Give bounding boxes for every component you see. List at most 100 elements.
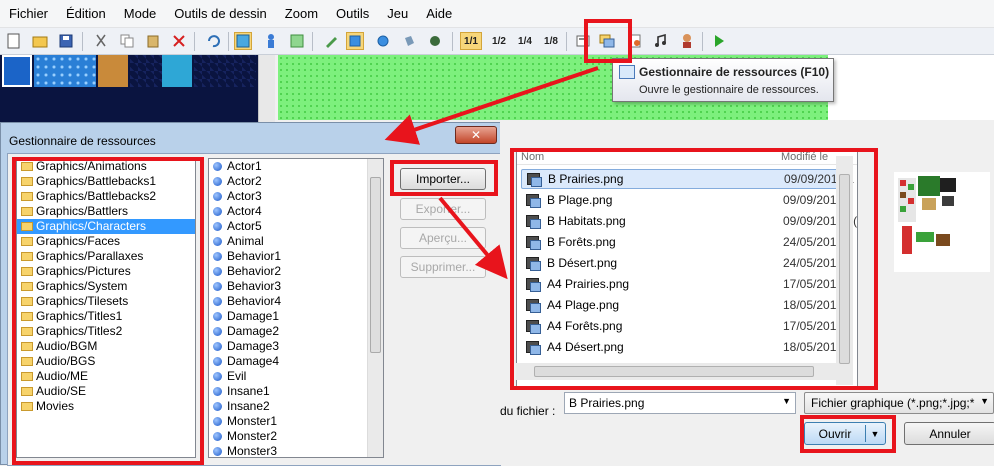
tile-waterfall[interactable] — [162, 55, 192, 87]
folder-item[interactable]: Graphics/Battlers — [17, 204, 195, 219]
tile-water[interactable] — [34, 55, 96, 87]
save-icon[interactable] — [57, 32, 75, 50]
resource-item[interactable]: Monster3 — [209, 444, 383, 457]
folder-item[interactable]: Graphics/Tilesets — [17, 294, 195, 309]
zoom-1-2-button[interactable]: 1/2 — [488, 32, 510, 50]
zoom-1-8-button[interactable]: 1/8 — [540, 32, 562, 50]
menu-mode[interactable]: Mode — [115, 0, 166, 28]
file-row[interactable]: A4 Plage.png 18/05/2012 0 — [521, 295, 853, 315]
preview-button[interactable]: Aperçu... — [400, 227, 486, 249]
shadow-pen-icon[interactable] — [426, 32, 444, 50]
cancel-button[interactable]: Annuler — [904, 422, 994, 445]
script-editor-icon[interactable] — [626, 32, 644, 50]
open-folder-icon[interactable] — [31, 32, 49, 50]
map-layer-icon[interactable] — [234, 32, 252, 50]
new-file-icon[interactable] — [5, 32, 23, 50]
folder-list[interactable]: Graphics/Animations Graphics/Battlebacks1… — [16, 158, 196, 458]
file-row[interactable]: B Forêts.png 24/05/2012 0 — [521, 232, 853, 252]
resource-item[interactable]: Behavior1 — [209, 249, 383, 264]
menu-outils-de-dessin[interactable]: Outils de dessin — [165, 0, 276, 28]
chevron-down-icon[interactable]: ▼ — [980, 396, 989, 406]
resource-item[interactable]: Actor2 — [209, 174, 383, 189]
resource-manager-icon[interactable] — [598, 32, 616, 50]
chevron-down-icon[interactable]: ▼ — [782, 396, 791, 406]
file-row[interactable]: B Désert.png 24/05/2012 0 — [521, 253, 853, 273]
folder-item[interactable]: Graphics/Faces — [17, 234, 195, 249]
menu-fichier[interactable]: Fichier — [0, 0, 57, 28]
resource-file-list[interactable]: Actor1 Actor2 Actor3 Actor4 Actor5 Animal Beha… — [208, 158, 384, 458]
folder-item[interactable]: Graphics/Characters — [17, 219, 195, 234]
tile-dark[interactable] — [130, 55, 162, 87]
cut-icon[interactable] — [92, 32, 110, 50]
folder-item[interactable]: Graphics/Pictures — [17, 264, 195, 279]
resource-list-scrollbar[interactable] — [367, 159, 383, 457]
map-tileset-panel[interactable] — [0, 55, 258, 125]
file-row[interactable]: A4 Désert.png 18/05/2012 0 — [521, 337, 853, 357]
folder-item[interactable]: Graphics/Battlebacks1 — [17, 174, 195, 189]
resource-item[interactable]: Evil — [209, 369, 383, 384]
tile-ladder[interactable] — [98, 55, 128, 87]
copy-icon[interactable] — [118, 32, 136, 50]
menu-zoom[interactable]: Zoom — [276, 0, 327, 28]
region-layer-icon[interactable] — [288, 32, 306, 50]
file-list-vertical-scrollbar[interactable] — [836, 156, 853, 385]
tile-water-selected[interactable] — [2, 55, 32, 87]
ellipse-tool-icon[interactable] — [374, 32, 392, 50]
resource-item[interactable]: Damage1 — [209, 309, 383, 324]
tile-dark[interactable] — [194, 55, 256, 87]
resource-item[interactable]: Behavior2 — [209, 264, 383, 279]
menu-jeu[interactable]: Jeu — [378, 0, 417, 28]
sound-test-icon[interactable] — [652, 32, 670, 50]
undo-icon[interactable] — [204, 32, 222, 50]
file-row[interactable]: A4 Forêts.png 17/05/2012 2 — [521, 316, 853, 336]
resource-item[interactable]: Actor4 — [209, 204, 383, 219]
folder-item[interactable]: Graphics/Parallaxes — [17, 249, 195, 264]
scrollbar-thumb[interactable] — [370, 177, 381, 353]
close-button[interactable]: ✕ — [455, 126, 497, 144]
folder-item[interactable]: Graphics/Titles2 — [17, 324, 195, 339]
resource-item[interactable]: Monster1 — [209, 414, 383, 429]
resource-item[interactable]: Behavior4 — [209, 294, 383, 309]
delete-icon[interactable] — [170, 32, 188, 50]
zoom-1-4-button[interactable]: 1/4 — [514, 32, 536, 50]
resource-item[interactable]: Damage2 — [209, 324, 383, 339]
folder-item[interactable]: Audio/ME — [17, 369, 195, 384]
resource-item[interactable]: Insane2 — [209, 399, 383, 414]
column-name-header[interactable]: Nom — [521, 151, 544, 163]
folder-item[interactable]: Audio/BGS — [17, 354, 195, 369]
scrollbar-thumb[interactable] — [839, 174, 850, 364]
zoom-1-1-button[interactable]: 1/1 — [460, 32, 482, 50]
event-layer-icon[interactable] — [262, 32, 280, 50]
resource-item[interactable]: Actor5 — [209, 219, 383, 234]
resource-item[interactable]: Insane1 — [209, 384, 383, 399]
paste-icon[interactable] — [144, 32, 162, 50]
resource-item[interactable]: Actor1 — [209, 159, 383, 174]
import-button[interactable]: Importer... — [400, 168, 486, 190]
rectangle-tool-icon[interactable] — [346, 32, 364, 50]
folder-item[interactable]: Movies — [17, 399, 195, 414]
folder-item[interactable]: Graphics/Titles1 — [17, 309, 195, 324]
scrollbar-thumb[interactable] — [534, 366, 814, 377]
resource-item[interactable]: Behavior3 — [209, 279, 383, 294]
file-row[interactable]: B Prairies.png 09/09/2012 1 — [521, 169, 854, 189]
resource-item[interactable]: Actor3 — [209, 189, 383, 204]
menu-outils[interactable]: Outils — [327, 0, 378, 28]
resource-item[interactable]: Damage3 — [209, 339, 383, 354]
file-row[interactable]: A4 Prairies.png 17/05/2012 2 — [521, 274, 853, 294]
file-list[interactable]: Nom Modifié le B Prairies.png 09/09/2012 … — [516, 150, 858, 390]
filename-field[interactable]: B Prairies.png ▼ — [564, 392, 796, 414]
file-row[interactable]: B Habitats.png 09/09/2012 1( — [521, 211, 857, 231]
filetype-select[interactable]: Fichier graphique (*.png;*.jpg;* ▼ — [804, 392, 994, 414]
folder-item[interactable]: Audio/BGM — [17, 339, 195, 354]
column-modified-header[interactable]: Modifié le — [781, 151, 828, 163]
file-row[interactable]: B Plage.png 09/09/2012 1 — [521, 190, 853, 210]
resource-item[interactable]: Damage4 — [209, 354, 383, 369]
menu-edition[interactable]: Édition — [57, 0, 115, 28]
fill-tool-icon[interactable] — [400, 32, 418, 50]
export-button[interactable]: Exporter... — [400, 198, 486, 220]
tileset-scrollbar[interactable] — [258, 55, 275, 125]
database-icon[interactable] — [574, 32, 592, 50]
folder-item[interactable]: Audio/SE — [17, 384, 195, 399]
resource-item[interactable]: Animal — [209, 234, 383, 249]
menu-aide[interactable]: Aide — [417, 0, 461, 28]
